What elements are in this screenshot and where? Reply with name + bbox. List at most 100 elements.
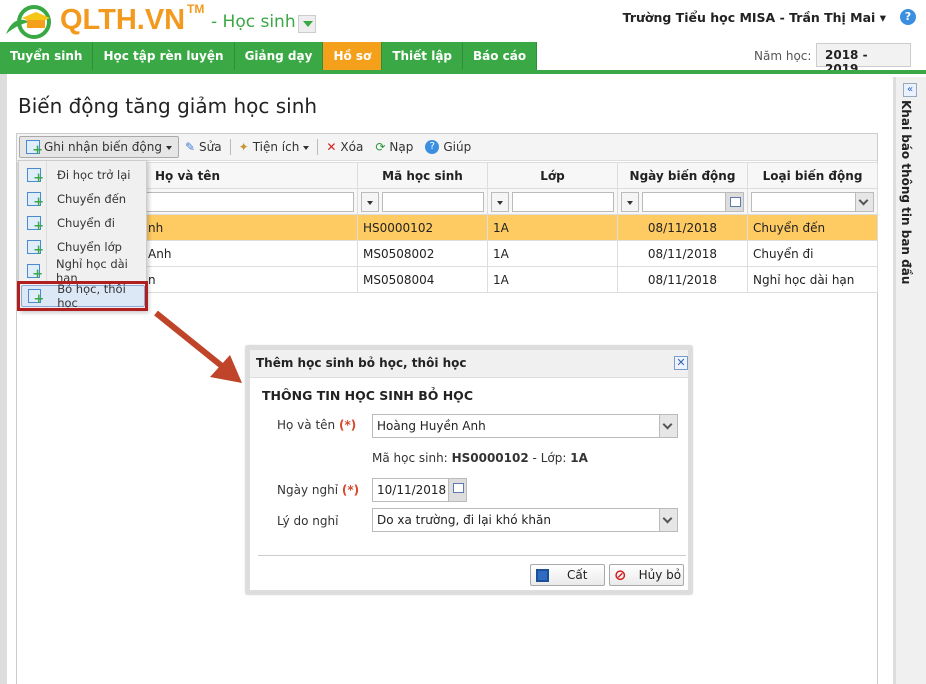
cell-type: Chuyển đi	[747, 240, 878, 267]
add-document-icon	[26, 140, 43, 158]
cell-type: Nghỉ học dài hạn	[747, 266, 878, 293]
reason-value: Do xa trường, đi lại khó khăn	[377, 513, 551, 527]
tab-thiet-lap[interactable]: Thiết lập	[382, 42, 464, 70]
separator	[317, 139, 319, 155]
filter-type	[747, 188, 878, 215]
col-type[interactable]: Loại biến động	[747, 162, 878, 189]
filter-type-select[interactable]	[751, 191, 874, 212]
dialog-header: Thêm học sinh bỏ học, thôi học	[250, 350, 688, 378]
date-input[interactable]: 10/11/2018	[372, 478, 467, 502]
save-button[interactable]: Cất	[530, 564, 605, 586]
trademark: TM	[187, 2, 205, 16]
toolbar: Ghi nhận biến động ✎Sửa ✦Tiện ích ✕Xóa ⟳…	[17, 134, 877, 161]
filter-date-input[interactable]	[642, 191, 744, 212]
add-document-icon	[27, 264, 43, 282]
annotation-arrow-icon	[154, 310, 242, 383]
caret-down-icon	[165, 145, 172, 153]
filter-class	[487, 188, 618, 215]
filter-operator-button[interactable]	[361, 191, 379, 212]
date-value: 10/11/2018	[377, 483, 447, 497]
menu-item-label: Đi học trở lại	[57, 168, 131, 182]
tab-bao-cao[interactable]: Báo cáo	[463, 42, 538, 70]
caret-down-icon	[303, 145, 310, 153]
add-document-icon	[27, 168, 44, 186]
close-icon[interactable]: ✕	[674, 356, 688, 370]
filter-operator-button[interactable]	[491, 191, 509, 212]
edit-button[interactable]: ✎ Sửa	[179, 136, 228, 158]
edit-icon: ✎	[184, 140, 196, 154]
menu-item-label: Chuyển đi	[57, 216, 115, 230]
dialog-title: Thêm học sinh bỏ học, thôi học	[256, 356, 467, 370]
filter-class-input[interactable]	[512, 191, 614, 212]
main-nav: Tuyển sinh Học tập rèn luyện Giảng dạy H…	[0, 42, 538, 70]
record-label: Ghi nhận biến động	[44, 140, 162, 154]
col-code[interactable]: Mã học sinh	[357, 162, 488, 189]
caret-down-icon: ▾	[879, 10, 886, 25]
cancel-icon: ⊘	[614, 566, 627, 584]
utilities-label: Tiện ích	[252, 140, 300, 154]
help-icon[interactable]: ?	[900, 9, 916, 25]
cell-code: MS0508002	[357, 240, 488, 267]
filter-code	[357, 188, 488, 215]
col-class[interactable]: Lớp	[487, 162, 618, 189]
student-select[interactable]: Hoàng Huyền Anh	[372, 414, 678, 438]
date-label: Ngày nghỉ (*)	[277, 483, 360, 497]
cell-code: MS0508004	[357, 266, 488, 293]
toolbox-icon: ✦	[238, 140, 249, 154]
add-document-icon	[27, 192, 44, 210]
chevron-down-icon[interactable]	[659, 509, 677, 531]
menu-item-return[interactable]: Đi học trở lại	[21, 164, 145, 186]
user-label: Trường Tiểu học MISA - Trần Thị Mai	[622, 10, 876, 25]
cell-class: 1A	[487, 214, 618, 241]
col-date[interactable]: Ngày biến động	[617, 162, 748, 189]
filter-code-input[interactable]	[382, 191, 484, 212]
cell-date: 08/11/2018	[617, 214, 748, 241]
delete-button[interactable]: ✕ Xóa	[320, 136, 369, 158]
calendar-icon[interactable]	[725, 192, 743, 211]
reload-label: Nạp	[389, 140, 414, 154]
nav-underline	[0, 70, 926, 74]
chevron-down-icon[interactable]	[659, 415, 677, 437]
utilities-button[interactable]: ✦ Tiện ích	[233, 136, 316, 158]
brand-name: QLTH.VN	[60, 4, 186, 36]
delete-label: Xóa	[340, 140, 364, 154]
record-change-button[interactable]: Ghi nhận biến động	[19, 136, 179, 158]
module-dropdown-button[interactable]	[298, 15, 316, 33]
cell-date: 08/11/2018	[617, 240, 748, 267]
expand-panel-icon[interactable]: «	[903, 83, 917, 97]
reason-label: Lý do nghỉ	[277, 514, 339, 528]
year-select[interactable]: 2018 - 2019 ⌄	[816, 43, 911, 76]
tab-hoc-tap[interactable]: Học tập rèn luyện	[93, 42, 235, 70]
reload-button[interactable]: ⟳ Nạp	[369, 136, 419, 158]
help-button[interactable]: ? Giúp	[419, 136, 477, 158]
student-value: Hoàng Huyền Anh	[377, 419, 486, 433]
side-panel-title[interactable]: Khai báo thông tin ban đầu	[899, 100, 913, 284]
chevron-down-icon[interactable]	[855, 192, 873, 211]
reload-icon: ⟳	[375, 140, 386, 154]
year-label: Năm học:	[754, 49, 812, 63]
cancel-button[interactable]: ⊘ Hủy bỏ	[609, 564, 684, 586]
left-border	[0, 74, 7, 684]
menu-item-long-leave[interactable]: Nghỉ học dài hạn	[21, 257, 145, 285]
reason-select[interactable]: Do xa trường, đi lại khó khăn	[372, 508, 678, 532]
tab-giang-day[interactable]: Giảng dạy	[234, 42, 324, 70]
module-title: - Học sinh	[211, 12, 296, 32]
add-document-icon	[27, 216, 44, 234]
menu-item-label: Chuyển lớp	[57, 240, 122, 254]
tab-tuyen-sinh[interactable]: Tuyển sinh	[0, 42, 94, 70]
menu-item-change-class[interactable]: Chuyển lớp	[21, 236, 145, 258]
name-label: Họ và tên (*)	[277, 418, 357, 432]
user-menu[interactable]: Trường Tiểu học MISA - Trần Thị Mai ▾	[623, 10, 886, 25]
cell-class: 1A	[487, 266, 618, 293]
filter-operator-button[interactable]	[621, 191, 639, 212]
save-icon	[536, 568, 549, 582]
calendar-icon[interactable]	[448, 479, 466, 501]
dropout-dialog: Thêm học sinh bỏ học, thôi học ✕ THÔNG T…	[246, 346, 692, 594]
menu-item-transfer-in[interactable]: Chuyển đến	[21, 188, 145, 210]
cell-type: Chuyển đến	[747, 214, 878, 241]
cell-class: 1A	[487, 240, 618, 267]
menu-item-transfer-out[interactable]: Chuyển đi	[21, 212, 145, 234]
edit-label: Sửa	[199, 140, 222, 154]
cell-code: HS0000102	[357, 214, 488, 241]
tab-ho-so[interactable]: Hồ sơ	[323, 42, 383, 70]
